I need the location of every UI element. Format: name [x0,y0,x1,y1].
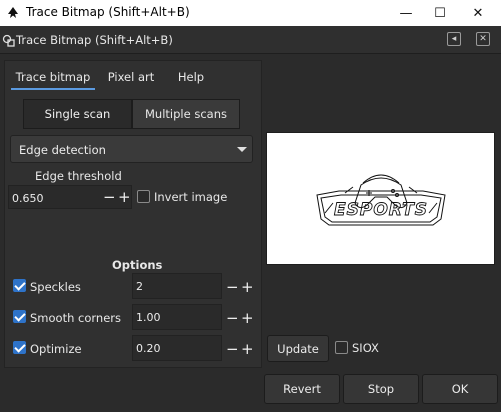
window-title: Trace Bitmap (Shift+Alt+B) [26,5,190,19]
trace-bitmap-icon [2,34,15,47]
smooth-corners-decrement[interactable]: − [226,311,239,326]
speckles-checkbox[interactable] [13,279,26,292]
speckles-value: 2 [136,280,143,293]
logo-wordmark: ESPORTS [334,200,428,220]
active-tab-indicator [11,88,95,90]
edge-threshold-decrement[interactable]: − [103,190,116,205]
tab-help[interactable]: Help [168,67,214,91]
smooth-corners-label: Smooth corners [30,311,121,325]
optimize-checkbox[interactable] [13,341,26,354]
invert-image-checkbox[interactable] [137,190,150,203]
update-button[interactable]: Update [267,335,329,362]
inkscape-app-icon [8,7,18,18]
detection-mode-value: Edge detection [19,143,106,157]
stop-button[interactable]: Stop [343,374,419,404]
close-icon: ✕ [479,34,487,44]
siox-label: SIOX [352,341,379,355]
smooth-corners-checkbox[interactable] [13,310,26,323]
undock-icon: ◂ [451,34,457,44]
close-icon: ✕ [472,5,484,21]
ok-button[interactable]: OK [422,374,498,404]
dock-close-button[interactable]: ✕ [476,32,490,46]
optimize-increment[interactable]: + [241,342,254,357]
detection-mode-dropdown[interactable]: Edge detection [10,135,253,163]
minimize-icon: — [399,5,413,21]
invert-image-label: Invert image [154,190,228,204]
speckles-input[interactable]: 2 [132,273,222,299]
minimize-button[interactable]: — [387,0,425,26]
edge-threshold-label: Edge threshold [35,169,122,183]
smooth-corners-input[interactable]: 1.00 [132,304,222,330]
optimize-decrement[interactable]: − [226,342,239,357]
revert-button[interactable]: Revert [264,374,340,404]
options-heading: Options [112,258,163,272]
edge-threshold-increment[interactable]: + [118,190,131,205]
speckles-increment[interactable]: + [241,280,254,295]
smooth-corners-increment[interactable]: + [241,311,254,326]
optimize-label: Optimize [30,342,82,356]
edge-threshold-value: 0.650 [12,192,44,205]
maximize-button[interactable]: ☐ [421,0,459,26]
dialog-title: Trace Bitmap (Shift+Alt+B) [16,33,173,47]
window-titlebar: Trace Bitmap (Shift+Alt+B) — ☐ ✕ [0,0,501,26]
tab-pixel-art[interactable]: Pixel art [100,67,162,91]
speckles-decrement[interactable]: − [226,280,239,295]
trace-preview: ESPORTS [266,132,495,265]
multiple-scans-button[interactable]: Multiple scans [132,99,240,129]
maximize-icon: ☐ [434,5,446,21]
esports-logo-preview: ESPORTS [316,174,446,226]
optimize-value: 0.20 [136,342,161,355]
close-window-button[interactable]: ✕ [459,0,497,26]
single-scan-button[interactable]: Single scan [23,99,132,129]
chevron-down-icon [237,147,247,152]
dock-undock-button[interactable]: ◂ [447,32,461,46]
dialog-dock-header: Trace Bitmap (Shift+Alt+B) ◂ ✕ [0,26,501,54]
smooth-corners-value: 1.00 [136,311,161,324]
optimize-input[interactable]: 0.20 [132,335,222,361]
siox-checkbox[interactable] [335,341,348,354]
speckles-label: Speckles [30,280,81,294]
